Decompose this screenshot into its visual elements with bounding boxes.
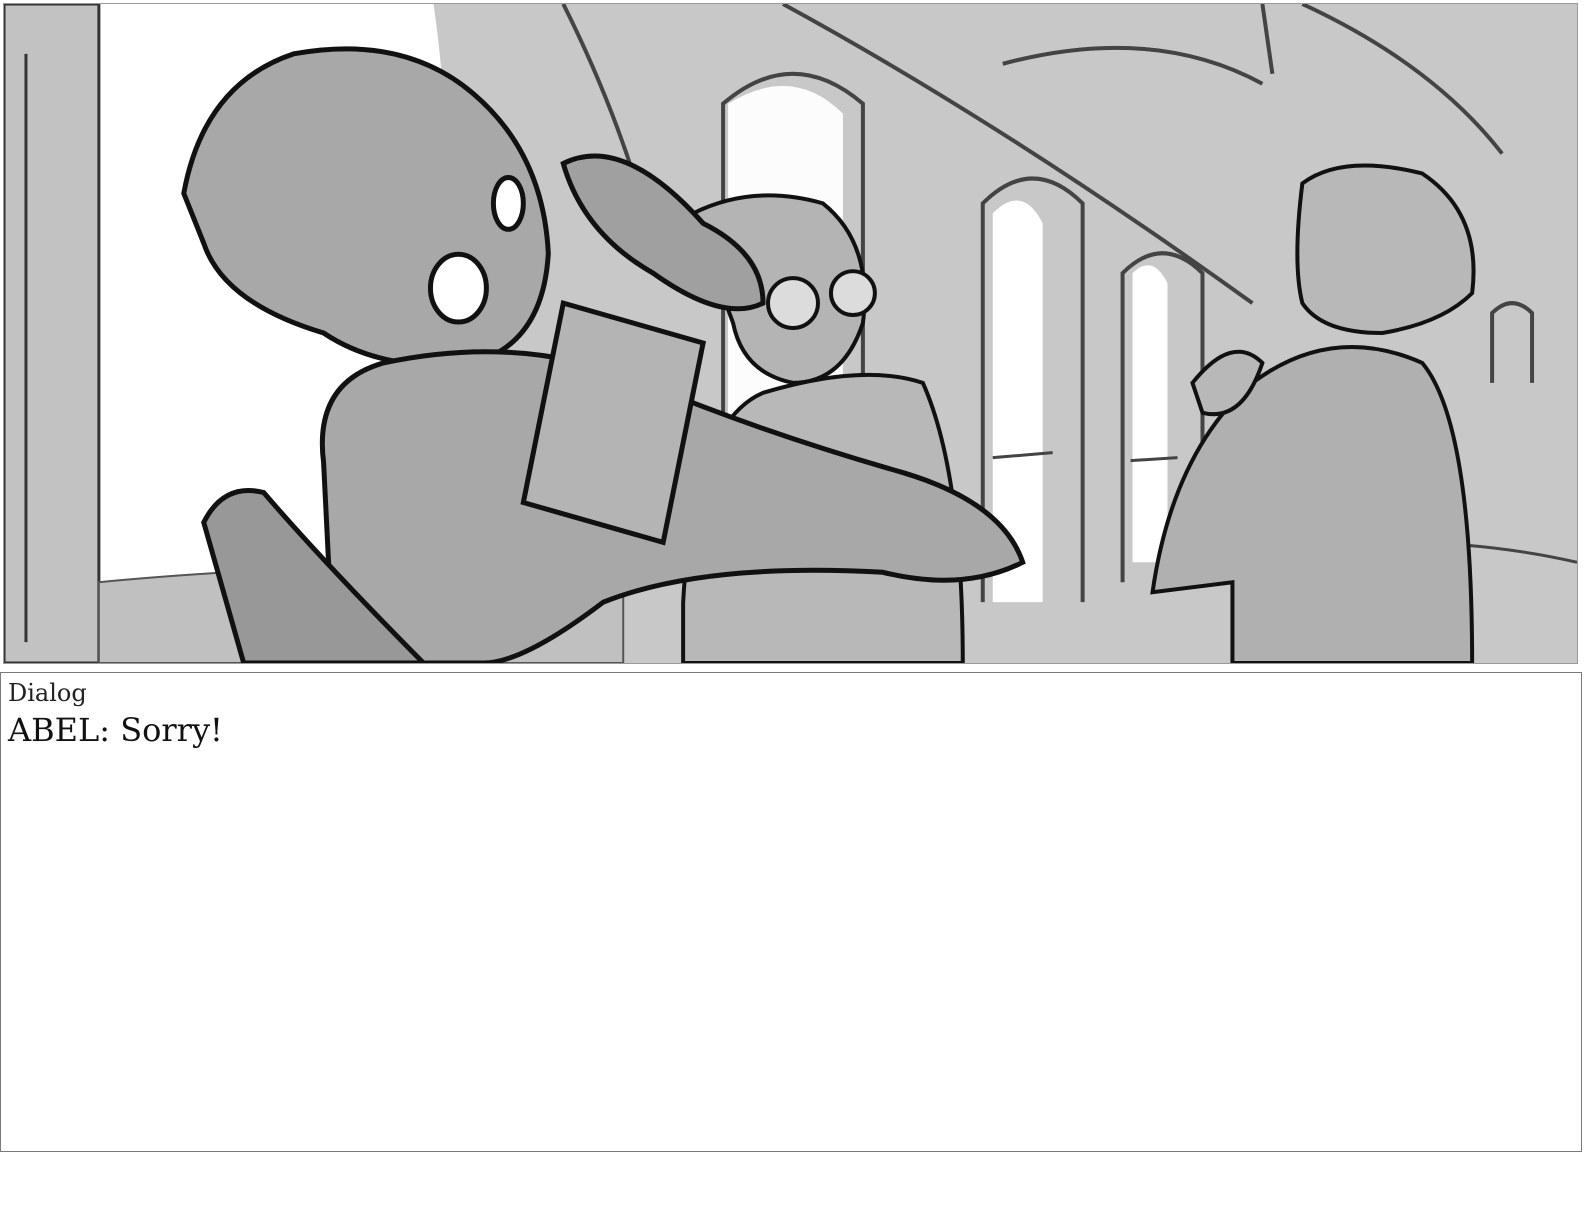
dialog-text: ABEL: Sorry!: [8, 711, 223, 749]
storyboard-sketch: [4, 4, 1577, 663]
dialog-box: Dialog ABEL: Sorry!: [0, 672, 1582, 1152]
storyboard-panel: [3, 3, 1578, 664]
dialog-label: Dialog: [8, 679, 87, 707]
